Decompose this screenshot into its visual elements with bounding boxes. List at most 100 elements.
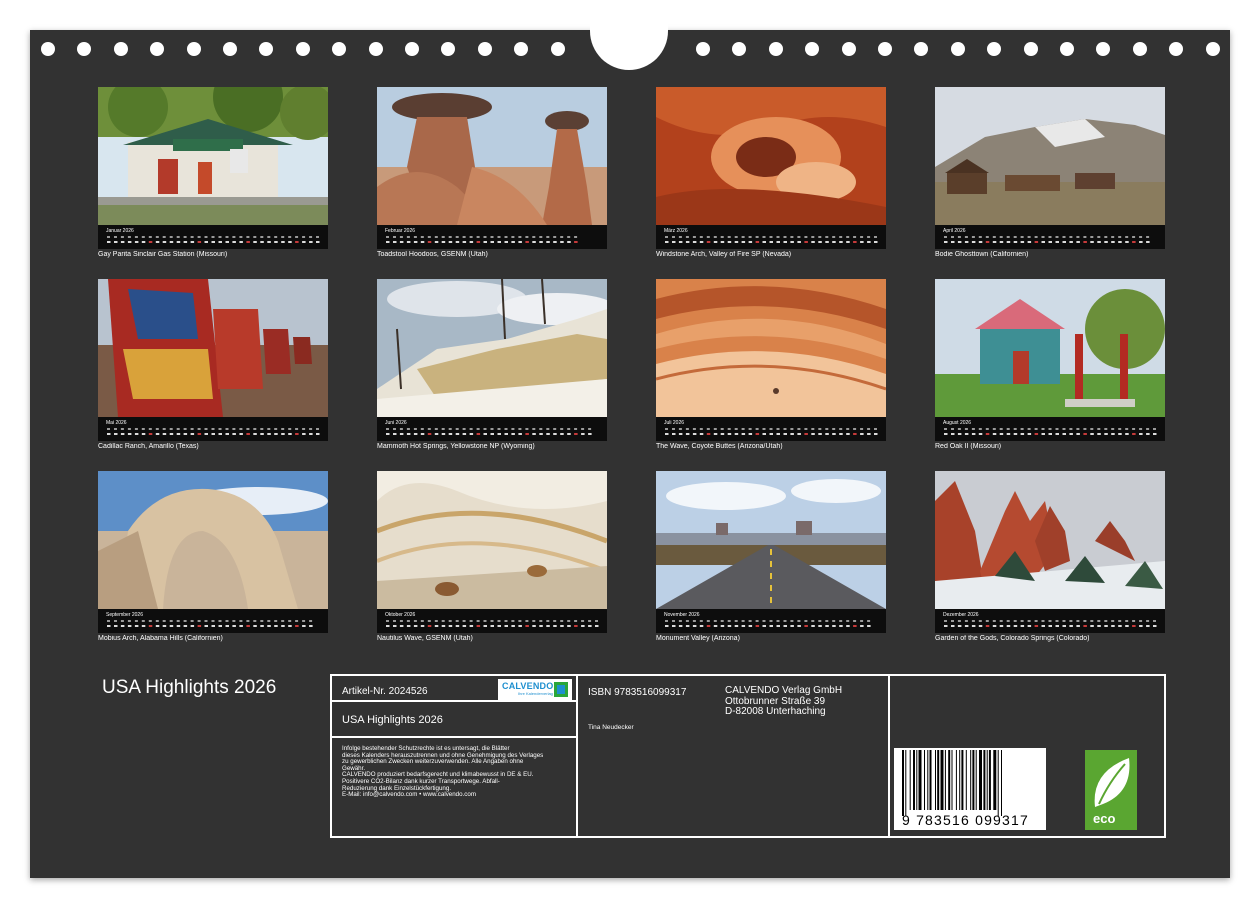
weekday-mark	[441, 428, 445, 430]
weekday-mark	[678, 428, 682, 430]
day-mark	[567, 625, 571, 627]
day-mark	[811, 433, 815, 435]
day-mark	[685, 433, 690, 435]
month-tile-november: November 2026 Monument Valley (Arizona)	[656, 471, 886, 642]
day-mark	[295, 433, 299, 435]
weekday-mark	[964, 236, 968, 238]
weekday-mark	[1069, 620, 1073, 622]
day-mark	[867, 625, 871, 627]
weekday-mark	[832, 428, 836, 430]
day-mark	[776, 241, 780, 243]
weekday-mark	[469, 620, 473, 622]
weekday-mark	[239, 236, 243, 238]
month-calendar-bar: Februar 2026	[377, 225, 607, 249]
weekday-mark	[434, 620, 438, 622]
weekday-mark	[978, 620, 982, 622]
day-mark	[964, 433, 969, 435]
weekday-mark	[944, 428, 947, 430]
weekday-mark	[853, 428, 857, 430]
day-mark	[797, 433, 801, 435]
weekday-mark	[190, 236, 194, 238]
day-mark	[309, 241, 313, 243]
day-mark	[399, 433, 404, 435]
barcode-bar	[988, 750, 991, 810]
day-mark	[951, 433, 955, 435]
weekday-mark	[399, 236, 403, 238]
weekday-mark	[1111, 236, 1115, 238]
day-mark	[762, 241, 766, 243]
weekday-mark	[546, 428, 550, 430]
day-mark	[427, 625, 432, 627]
weekday-mark	[964, 620, 968, 622]
weekday-mark	[776, 236, 780, 238]
day-mark	[302, 625, 306, 627]
weekday-mark	[1013, 428, 1017, 430]
day-mark	[469, 241, 474, 243]
day-mark	[183, 625, 188, 627]
weekday-mark	[1111, 620, 1115, 622]
weekday-mark	[964, 428, 968, 430]
day-mark	[1111, 625, 1115, 627]
photo-caption: Monument Valley (Arizona)	[656, 635, 740, 642]
weekday-mark	[804, 620, 808, 622]
weekday-mark	[574, 236, 578, 238]
day-mark	[239, 433, 243, 435]
day-mark	[755, 433, 760, 435]
barcode-digits: 9 783516 099317	[902, 812, 1029, 828]
day-mark	[393, 433, 397, 435]
day-mark	[476, 433, 481, 435]
day-mark	[790, 433, 794, 435]
day-mark	[706, 433, 711, 435]
weekday-mark	[588, 620, 592, 622]
legal-line: E-Mail: info@calvendo.com • www.calvendo…	[342, 791, 476, 799]
weekday-mark	[399, 620, 403, 622]
weekday-mark	[985, 428, 989, 430]
weekday-mark	[811, 428, 815, 430]
weekday-mark	[386, 620, 389, 622]
weekday-mark	[1146, 236, 1150, 238]
day-mark	[818, 625, 822, 627]
day-mark	[720, 241, 725, 243]
day-mark	[406, 241, 411, 243]
barcode-bar	[935, 750, 936, 810]
weekday-mark	[853, 620, 857, 622]
day-mark	[992, 625, 997, 627]
barcode-bar	[965, 750, 967, 810]
day-mark	[1013, 241, 1018, 243]
day-mark	[860, 241, 864, 243]
day-mark	[448, 241, 453, 243]
weekday-mark	[867, 428, 871, 430]
weekday-mark	[504, 236, 508, 238]
weekday-mark	[567, 236, 571, 238]
day-mark	[134, 433, 139, 435]
weekday-mark	[288, 428, 292, 430]
weekday-mark	[455, 236, 459, 238]
day-mark	[546, 433, 550, 435]
weekday-mark	[783, 620, 787, 622]
month-label: Dezember 2026	[943, 612, 979, 618]
weekday-mark	[448, 236, 452, 238]
weekday-mark	[1069, 236, 1073, 238]
weekday-mark	[483, 428, 487, 430]
day-mark	[476, 625, 481, 627]
day-mark	[1062, 433, 1066, 435]
day-mark	[846, 433, 850, 435]
article-number: Artikel-Nr. 2024526	[342, 686, 428, 697]
day-mark	[1041, 241, 1045, 243]
weekday-mark	[490, 428, 494, 430]
month-tile-may: Mai 2026 Cadillac Ranch, Amarillo (Texas…	[98, 279, 328, 450]
day-mark	[406, 625, 411, 627]
day-mark	[574, 433, 578, 435]
day-mark	[197, 625, 202, 627]
weekday-mark	[1104, 236, 1108, 238]
barcode-bar	[940, 750, 944, 810]
day-mark	[134, 625, 139, 627]
article-column: Artikel-Nr. 2024526 CALVENDO Ihre Kalend…	[332, 676, 578, 836]
day-grid	[386, 620, 599, 627]
day-mark	[720, 625, 725, 627]
day-mark	[504, 241, 508, 243]
weekday-mark	[197, 236, 201, 238]
weekday-mark	[769, 428, 773, 430]
binding-hole	[732, 42, 747, 56]
weekday-mark	[1013, 236, 1017, 238]
